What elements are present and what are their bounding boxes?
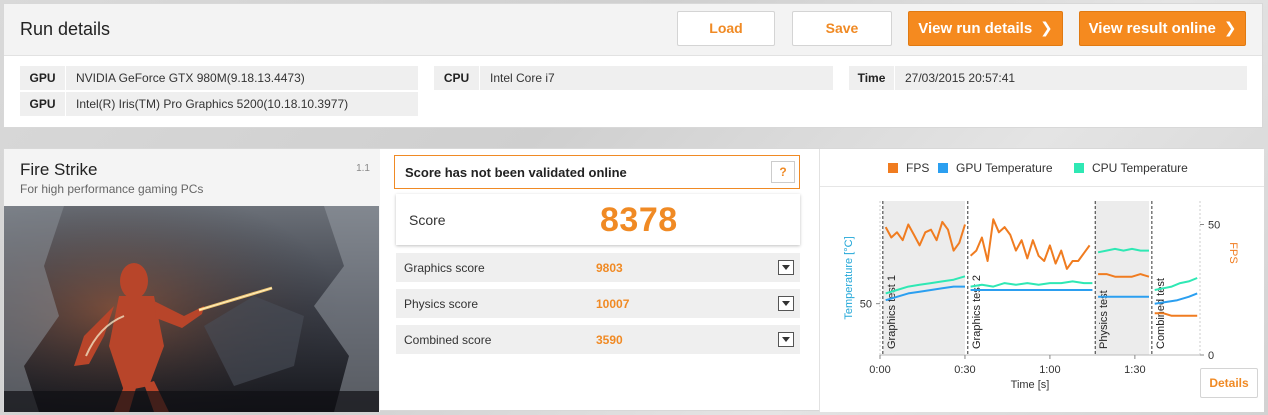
gpu-label: GPU (20, 92, 66, 116)
legend-fps-label: FPS (906, 161, 930, 175)
graphics-score-label: Graphics score (404, 261, 485, 275)
chevron-right-icon: ❯ (1040, 20, 1053, 37)
validation-text: Score has not been validated online (405, 165, 627, 180)
gpu-value: Intel(R) Iris(TM) Pro Graphics 5200(10.1… (76, 97, 349, 111)
monitoring-chart: Graphics test 1 Graphics test 2 Physics te… (843, 201, 1239, 391)
physics-score-label: Physics score (404, 297, 479, 311)
left-tick-label: 50 (860, 299, 872, 311)
help-button[interactable]: ? (771, 161, 795, 183)
benchmark-artwork (4, 206, 379, 412)
combined-score-row[interactable]: Combined score 3590 (396, 325, 800, 354)
gpu-temp-swatch (938, 163, 948, 173)
view-result-online-button[interactable]: View result online ❯ (1079, 11, 1246, 46)
x-tick-label: 0:30 (954, 364, 975, 376)
x-axis-label: Time [s] (1011, 379, 1050, 391)
left-axis-label: Temperature [°C] (843, 236, 855, 319)
legend-gpu-temp-label: GPU Temperature (956, 161, 1053, 175)
time-info-row: Time 27/03/2015 20:57:41 (849, 66, 1247, 90)
time-value: 27/03/2015 20:57:41 (905, 71, 1016, 85)
benchmark-panel: Fire Strike For high performance gaming … (3, 148, 1264, 412)
score-value: 8378 (600, 201, 678, 239)
expand-physics-icon[interactable] (778, 296, 794, 311)
benchmark-subtitle: For high performance gaming PCs (20, 182, 204, 196)
chart-legend: FPS GPU Temperature CPU Temperature (820, 149, 1264, 187)
gpu-info-row-1: GPU NVIDIA GeForce GTX 980M(9.18.13.4473… (20, 66, 418, 90)
x-tick-label: 1:00 (1039, 364, 1060, 376)
legend-cpu-temp: CPU Temperature (1074, 161, 1188, 175)
save-button-label: Save (825, 20, 859, 36)
load-button[interactable]: Load (677, 11, 775, 46)
run-details-panel: Run details Load Save View run details ❯ … (3, 3, 1263, 128)
combined-score-value: 3590 (596, 333, 623, 347)
graphics-score-row[interactable]: Graphics score 9803 (396, 253, 800, 282)
physics-score-value: 10007 (596, 297, 630, 311)
view-run-details-button[interactable]: View run details ❯ (908, 11, 1063, 46)
run-details-title: Run details (20, 19, 111, 39)
right-axis-label: FPS (1227, 242, 1239, 263)
benchmark-info: Fire Strike For high performance gaming … (4, 149, 380, 412)
x-tick-label: 1:30 (1124, 364, 1145, 376)
gpu-value: NVIDIA GeForce GTX 980M(9.18.13.4473) (76, 71, 305, 85)
cpu-label: CPU (434, 66, 480, 90)
cpu-info-row: CPU Intel Core i7 (434, 66, 833, 90)
run-details-header: Run details Load Save View run details ❯ … (4, 4, 1262, 56)
graphics-score-value: 9803 (596, 261, 623, 275)
legend-gpu-temp: GPU Temperature (938, 161, 1053, 175)
legend-cpu-temp-label: CPU Temperature (1092, 161, 1188, 175)
score-area: Score has not been validated online ? Sc… (394, 155, 804, 405)
cpu-value: Intel Core i7 (490, 71, 555, 85)
x-tick-label: 0:00 (869, 364, 890, 376)
load-button-label: Load (709, 20, 743, 36)
section-label: Physics test (1098, 290, 1110, 349)
view-result-online-label: View result online (1088, 20, 1216, 37)
chevron-right-icon: ❯ (1223, 20, 1237, 37)
save-button[interactable]: Save (792, 11, 892, 46)
benchmark-version: 1.1 (356, 163, 370, 174)
expand-combined-icon[interactable] (778, 332, 794, 347)
cpu-temp-swatch (1074, 163, 1084, 173)
fps-swatch (888, 163, 898, 173)
gpu-info-row-2: GPU Intel(R) Iris(TM) Pro Graphics 5200(… (20, 92, 418, 116)
benchmark-name: Fire Strike (20, 160, 98, 179)
expand-graphics-icon[interactable] (778, 260, 794, 275)
cpu-temperature-line (970, 280, 1093, 288)
details-button[interactable]: Details (1200, 368, 1258, 398)
score-label: Score (409, 212, 446, 228)
monitoring-chart-area: FPS GPU Temperature CPU Temperature Grap… (819, 149, 1264, 412)
fps-line (969, 218, 1091, 270)
total-score-box: Score 8378 (396, 194, 800, 245)
gpu-label: GPU (20, 66, 66, 90)
fire-strike-artwork (4, 206, 379, 412)
validation-notice: Score has not been validated online ? (394, 155, 800, 189)
right-tick-label: 0 (1208, 350, 1214, 362)
view-run-details-label: View run details (918, 20, 1033, 37)
legend-fps: FPS (888, 161, 929, 175)
time-label: Time (849, 66, 895, 90)
right-tick-label: 50 (1208, 219, 1220, 231)
section-label: Graphics test 1 (886, 275, 898, 349)
combined-score-label: Combined score (404, 333, 492, 347)
physics-score-row[interactable]: Physics score 10007 (396, 289, 800, 318)
